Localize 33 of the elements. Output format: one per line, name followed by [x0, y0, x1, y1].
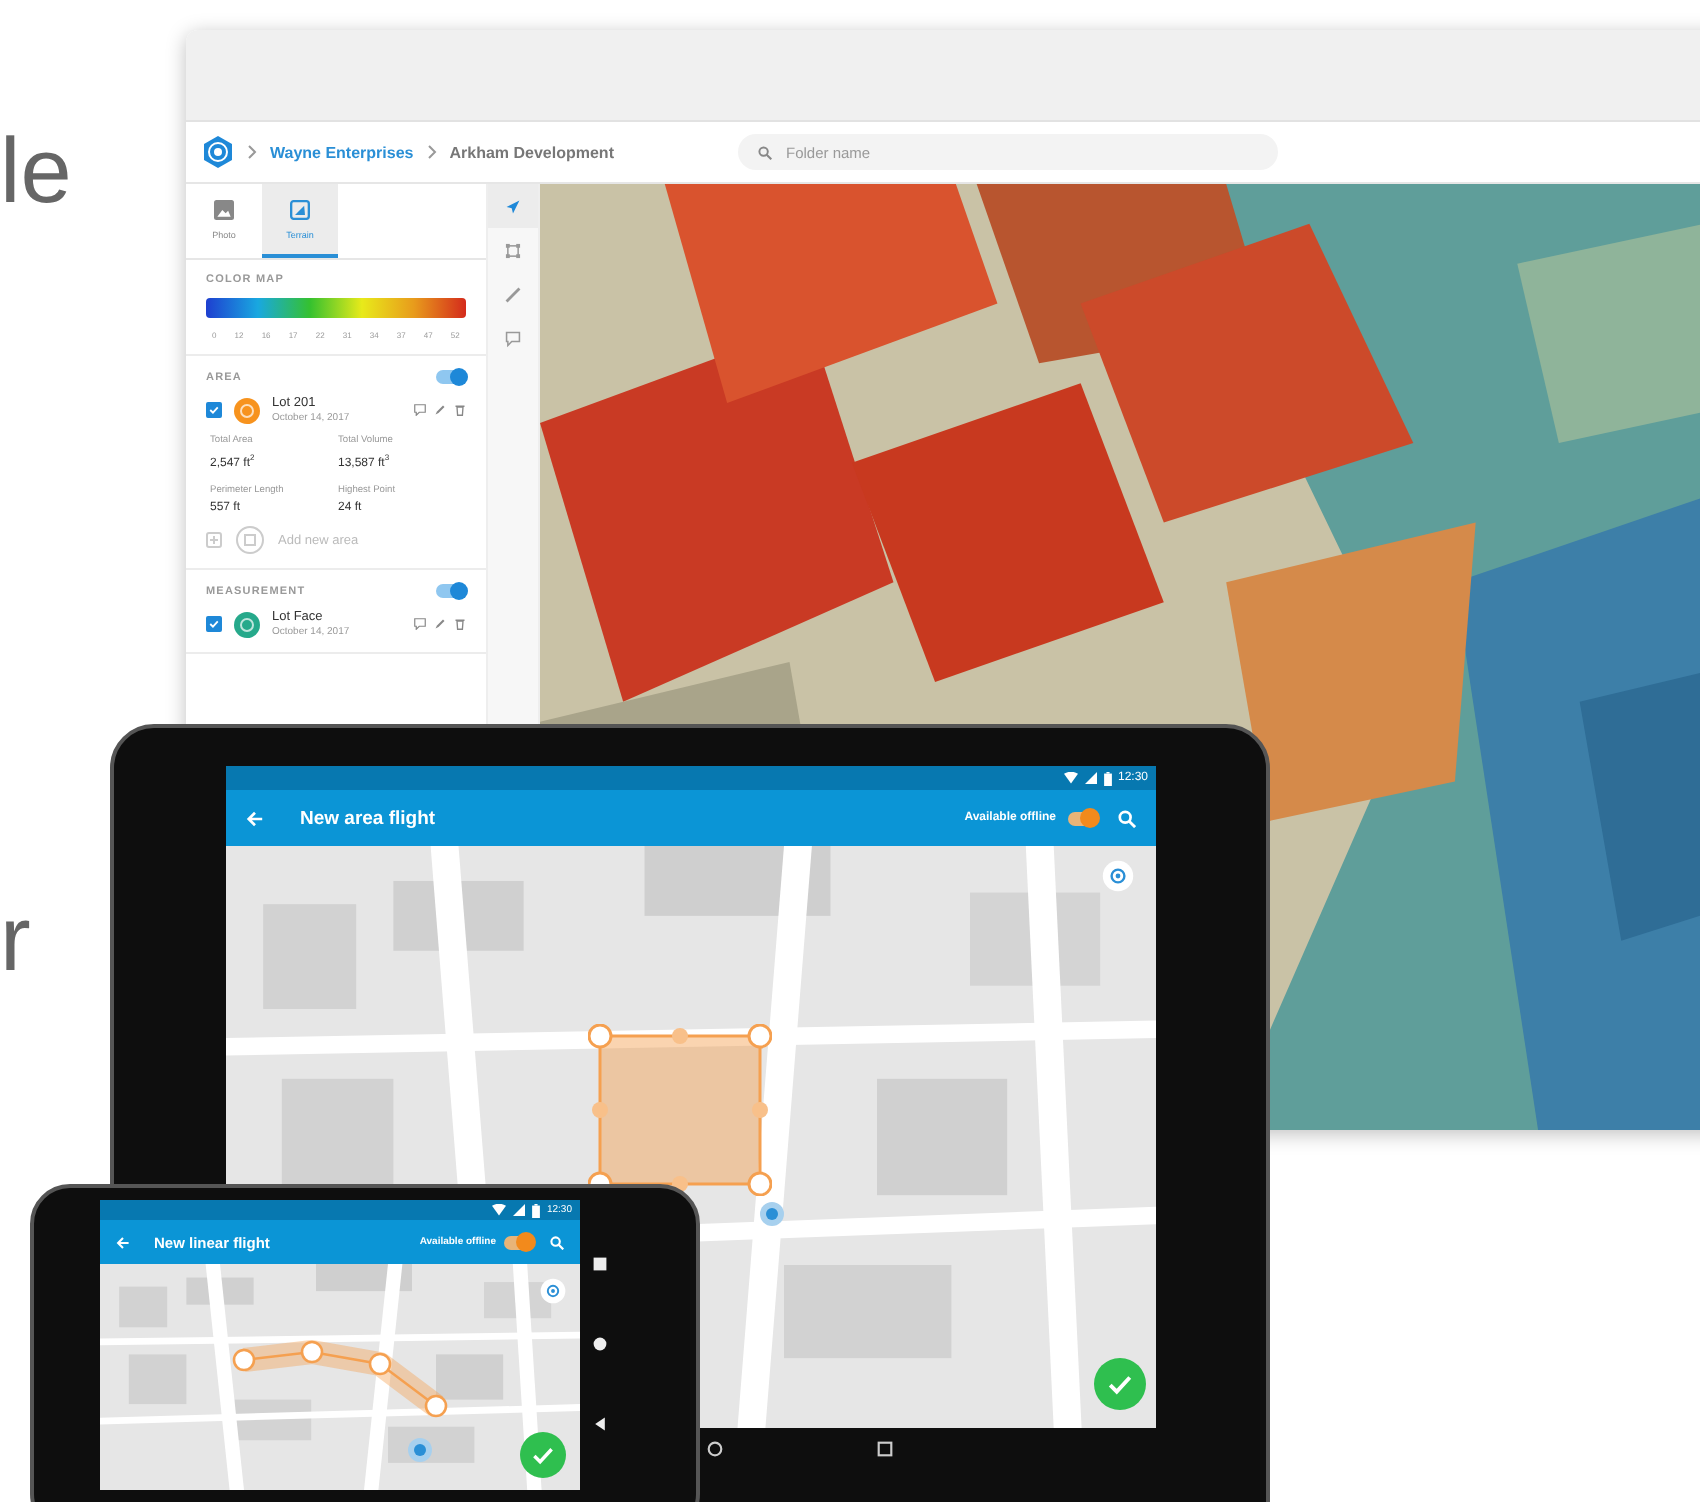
screen-title: New area flight	[300, 807, 436, 829]
home-button[interactable]	[706, 1440, 724, 1458]
heading-fragment: le	[0, 124, 72, 216]
ruler-icon	[504, 285, 522, 303]
location-dot-icon	[408, 1438, 432, 1462]
confirm-button[interactable]	[520, 1432, 566, 1478]
comment-icon[interactable]	[414, 404, 426, 416]
delete-icon[interactable]	[454, 618, 466, 630]
heading-fragment: r	[0, 892, 31, 984]
chevron-icon	[246, 144, 258, 160]
checkbox[interactable]	[206, 402, 222, 418]
delete-icon[interactable]	[454, 404, 466, 416]
chevron-icon	[425, 144, 438, 160]
edit-icon[interactable]	[434, 404, 446, 416]
back-arrow-icon[interactable]	[246, 809, 264, 827]
checkbox[interactable]	[206, 616, 222, 632]
breadcrumb-link[interactable]: Arkham Development	[449, 143, 614, 161]
pointer-arrow-icon	[504, 197, 522, 215]
area-icon	[236, 526, 264, 554]
comment-icon	[504, 329, 522, 347]
selection-square-icon	[504, 241, 522, 259]
edit-icon[interactable]	[434, 618, 446, 630]
breadcrumb-link[interactable]: Wayne Enterprises	[270, 143, 414, 161]
logo-icon[interactable]	[202, 136, 234, 168]
comment-icon[interactable]	[414, 618, 426, 630]
image-icon	[214, 199, 234, 219]
terrain-icon	[290, 199, 310, 219]
toggle-switch[interactable]	[436, 370, 466, 384]
navigate-tool-button[interactable]	[488, 184, 538, 228]
search-icon	[757, 145, 772, 159]
recents-button[interactable]	[876, 1440, 894, 1458]
back-arrow-icon[interactable]	[116, 1235, 130, 1249]
toggle-switch[interactable]	[436, 584, 466, 598]
